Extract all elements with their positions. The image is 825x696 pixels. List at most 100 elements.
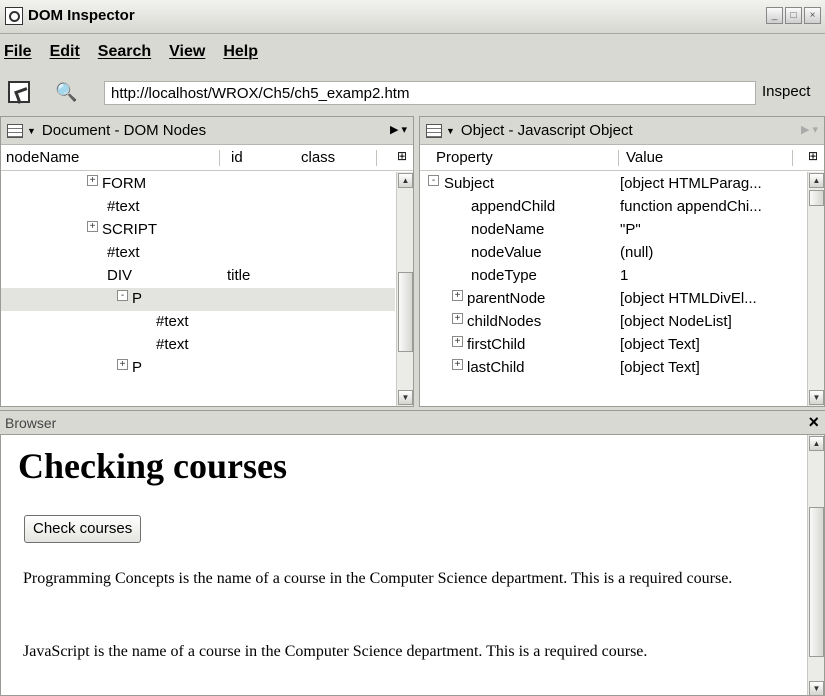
property-value: [object Text] (620, 336, 700, 353)
page-heading: Checking courses (18, 446, 287, 486)
panel-options-icon[interactable]: ▶ ▾ (801, 123, 818, 136)
column-id[interactable]: id (231, 149, 243, 166)
node-name: DIV (107, 267, 133, 284)
column-picker-icon[interactable]: ⊞ (808, 149, 818, 163)
property-row[interactable]: - Subject [object HTMLParag... (420, 173, 806, 196)
tree-row[interactable]: + SCRIPT (1, 219, 395, 242)
browser-label: Browser (5, 415, 57, 431)
node-id: title (227, 267, 251, 284)
js-object-scrollbar[interactable]: ▲ ▼ (807, 172, 824, 406)
property-row[interactable]: + lastChild [object Text] (420, 357, 806, 380)
tree-row[interactable]: DIV title (1, 265, 395, 288)
panel-menu-icon[interactable] (426, 123, 442, 138)
node-name: #text (107, 244, 140, 261)
toolbar: 🔍 Inspect (0, 73, 825, 111)
property-row[interactable]: + parentNode [object HTMLDivEl... (420, 288, 806, 311)
window-title: DOM Inspector (28, 7, 135, 24)
column-class[interactable]: class (301, 149, 335, 166)
property-row[interactable]: nodeValue (null) (420, 242, 806, 265)
browser-pane-header: Browser × (0, 410, 825, 434)
scroll-down-icon[interactable]: ▼ (809, 681, 824, 695)
property-value: 1 (620, 267, 629, 284)
browser-view: Checking courses Check courses Programmi… (0, 434, 825, 696)
scroll-down-icon[interactable]: ▼ (809, 390, 824, 405)
column-property[interactable]: Property (436, 149, 493, 166)
window-controls: _ □ × (766, 7, 821, 24)
menu-view[interactable]: View (169, 43, 205, 61)
tree-row[interactable]: #text (1, 196, 395, 219)
panel-menu-icon[interactable] (7, 123, 23, 138)
course-paragraph: JavaScript is the name of a course in th… (23, 643, 648, 660)
expand-icon[interactable]: + (452, 290, 463, 301)
binoculars-icon[interactable]: 🔍 (55, 83, 77, 101)
menu-help[interactable]: Help (223, 43, 258, 61)
close-icon[interactable]: × (808, 412, 819, 433)
url-input[interactable] (104, 81, 756, 105)
node-name: FORM (102, 175, 147, 192)
tree-row[interactable]: #text (1, 242, 395, 265)
column-value[interactable]: Value (626, 149, 663, 166)
expand-icon[interactable]: + (87, 175, 98, 186)
scroll-down-icon[interactable]: ▼ (398, 390, 413, 405)
menu-bar: File Edit Search View Help (0, 36, 825, 68)
scroll-up-icon[interactable]: ▲ (398, 173, 413, 188)
tree-row[interactable]: #text (1, 334, 395, 357)
property-value: function appendChi... (620, 198, 762, 215)
property-row[interactable]: nodeName "P" (420, 219, 806, 242)
scrollbar-thumb[interactable] (809, 507, 824, 657)
dom-nodes-panel: ▼ Document - DOM Nodes ▶ ▾ nodeName id c… (0, 116, 414, 407)
check-courses-button[interactable]: Check courses (24, 515, 142, 543)
column-nodename[interactable]: nodeName (6, 149, 79, 166)
tree-row[interactable]: + P (1, 357, 395, 380)
close-icon[interactable]: × (804, 7, 821, 24)
column-picker-icon[interactable]: ⊞ (397, 149, 407, 163)
property-value: [object HTMLDivEl... (620, 290, 757, 307)
expand-icon[interactable]: + (452, 359, 463, 370)
inspect-button[interactable]: Inspect (762, 83, 810, 100)
dom-tree: + FORM #text + SCRIPT #text DIV title - … (1, 171, 413, 406)
property-name: appendChild (471, 198, 556, 215)
menu-search[interactable]: Search (98, 43, 151, 61)
minimize-icon[interactable]: _ (766, 7, 783, 24)
js-object-column-header: Property Value ⊞ (420, 145, 824, 171)
maximize-icon[interactable]: □ (785, 7, 802, 24)
chevron-down-icon[interactable]: ▼ (446, 126, 455, 136)
scroll-up-icon[interactable]: ▲ (809, 436, 824, 451)
tree-row[interactable]: + FORM (1, 173, 395, 196)
property-name: childNodes (467, 313, 542, 330)
chevron-down-icon[interactable]: ▼ (27, 126, 36, 136)
browser-scrollbar[interactable]: ▲ ▼ (807, 435, 824, 695)
select-element-icon[interactable] (8, 81, 30, 103)
property-value: (null) (620, 244, 654, 261)
tree-row[interactable]: #text (1, 311, 395, 334)
scrollbar-thumb[interactable] (398, 272, 413, 352)
node-name: #text (107, 198, 140, 215)
node-name: P (132, 290, 143, 307)
menu-edit[interactable]: Edit (50, 43, 80, 61)
node-name: P (132, 359, 143, 376)
expand-icon[interactable]: + (452, 336, 463, 347)
dom-inspector-app-icon (5, 7, 23, 25)
scrollbar-thumb[interactable] (809, 190, 824, 206)
collapse-icon[interactable]: - (117, 290, 128, 301)
dom-nodes-panel-title: Document - DOM Nodes (41, 122, 207, 139)
js-object-tree: - Subject [object HTMLParag... appendChi… (420, 171, 824, 406)
dom-tree-scrollbar[interactable]: ▲ ▼ (396, 172, 413, 406)
panel-options-icon[interactable]: ▶ ▾ (390, 123, 407, 136)
collapse-icon[interactable]: - (428, 175, 439, 186)
node-name: SCRIPT (102, 221, 158, 238)
property-row[interactable]: nodeType 1 (420, 265, 806, 288)
property-name: nodeName (471, 221, 545, 238)
tree-row-selected[interactable]: - P (1, 288, 395, 311)
property-name: lastChild (467, 359, 525, 376)
expand-icon[interactable]: + (87, 221, 98, 232)
property-row[interactable]: + firstChild [object Text] (420, 334, 806, 357)
property-row[interactable]: + childNodes [object NodeList] (420, 311, 806, 334)
expand-icon[interactable]: + (452, 313, 463, 324)
expand-icon[interactable]: + (117, 359, 128, 370)
node-name: #text (156, 313, 189, 330)
scroll-up-icon[interactable]: ▲ (809, 173, 824, 188)
property-row[interactable]: appendChild function appendChi... (420, 196, 806, 219)
js-object-panel: ▼ Object - Javascript Object ▶ ▾ Propert… (419, 116, 825, 407)
menu-file[interactable]: File (4, 43, 32, 61)
